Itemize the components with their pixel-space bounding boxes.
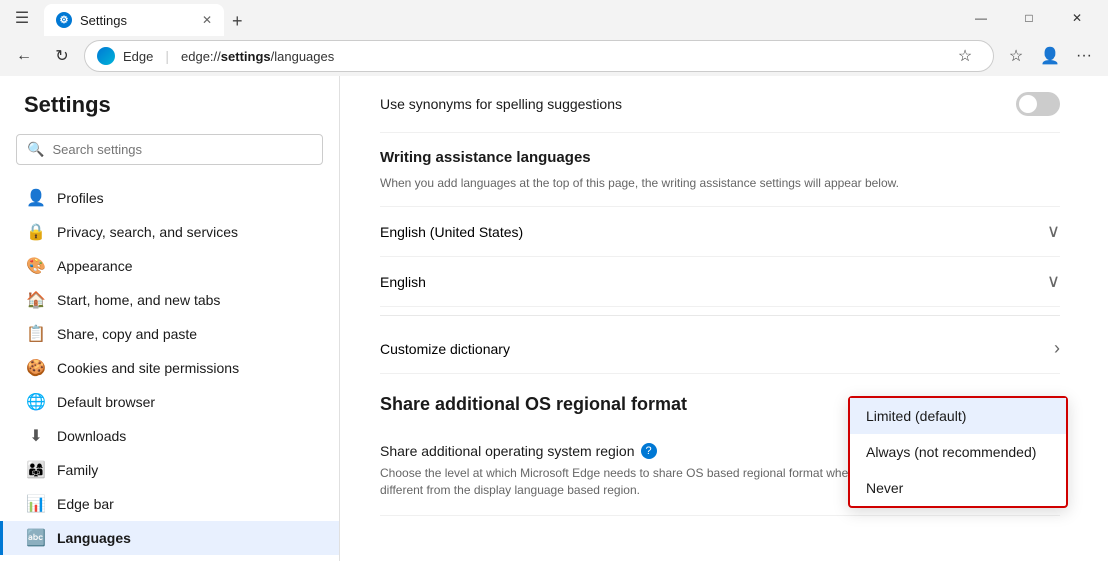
- edge-bar-label: Edge bar: [57, 496, 114, 512]
- customize-dict-row[interactable]: Customize dictionary ›: [380, 324, 1060, 374]
- dropdown-option-never[interactable]: Never: [850, 470, 1066, 506]
- minimize-button[interactable]: —: [958, 2, 1004, 34]
- downloads-label: Downloads: [57, 428, 126, 444]
- languages-label: Languages: [57, 530, 131, 546]
- favorites-star-button[interactable]: ☆: [1000, 40, 1032, 72]
- sidebar-item-printers[interactable]: 🖨 Printers: [0, 555, 339, 561]
- english-row[interactable]: English ∨: [380, 257, 1060, 307]
- synonyms-row: Use synonyms for spelling suggestions: [380, 76, 1060, 133]
- more-options-button[interactable]: ···: [1068, 40, 1100, 72]
- edge-label: Edge: [123, 49, 153, 64]
- start-home-label: Start, home, and new tabs: [57, 292, 220, 308]
- languages-icon: 🔤: [27, 529, 45, 547]
- sidebar-toggle-button[interactable]: ☰: [8, 4, 36, 32]
- dropdown-option-limited[interactable]: Limited (default): [850, 398, 1066, 434]
- writing-assistance-title: Writing assistance languages: [380, 149, 591, 166]
- sidebar-item-edge-bar[interactable]: 📊 Edge bar: [0, 487, 339, 521]
- favorites-button[interactable]: ☆: [949, 40, 981, 72]
- default-browser-icon: 🌐: [27, 393, 45, 411]
- address-path: /languages: [271, 49, 335, 64]
- tab-area: ⚙ Settings ✕ +: [44, 0, 950, 36]
- help-icon[interactable]: ?: [641, 443, 657, 459]
- privacy-label: Privacy, search, and services: [57, 224, 238, 240]
- sidebar-item-profiles[interactable]: 👤 Profiles: [0, 181, 339, 215]
- search-input[interactable]: [52, 142, 312, 157]
- maximize-button[interactable]: □: [1006, 2, 1052, 34]
- writing-assistance-desc: When you add languages at the top of thi…: [380, 176, 899, 190]
- sidebar-item-downloads[interactable]: ⬇ Downloads: [0, 419, 339, 453]
- synonyms-toggle[interactable]: [1016, 92, 1060, 116]
- close-button[interactable]: ✕: [1054, 2, 1100, 34]
- sidebar-item-cookies[interactable]: 🍪 Cookies and site permissions: [0, 351, 339, 385]
- customize-dict-label: Customize dictionary: [380, 341, 510, 357]
- downloads-icon: ⬇: [27, 427, 45, 445]
- share-region-desc: Choose the level at which Microsoft Edge…: [380, 465, 884, 499]
- settings-title: Settings: [0, 92, 339, 134]
- search-box[interactable]: 🔍: [16, 134, 323, 165]
- option-never-label: Never: [866, 480, 903, 496]
- sidebar: Settings 🔍 👤 Profiles 🔒 Privacy, search,…: [0, 76, 340, 561]
- share-copy-icon: 📋: [27, 325, 45, 343]
- address-bold: settings: [221, 49, 271, 64]
- navbar: ← ↻ Edge | edge://settings/languages ☆ ☆…: [0, 36, 1108, 76]
- default-browser-label: Default browser: [57, 394, 155, 410]
- share-copy-label: Share, copy and paste: [57, 326, 197, 342]
- option-always-label: Always (not recommended): [866, 444, 1036, 460]
- appearance-label: Appearance: [57, 258, 133, 274]
- divider-1: [380, 315, 1060, 316]
- english-chevron-icon: ∨: [1047, 271, 1060, 292]
- profiles-icon: 👤: [27, 189, 45, 207]
- region-dropdown-popup: Limited (default) Always (not recommende…: [848, 396, 1068, 508]
- english-us-label: English (United States): [380, 224, 523, 240]
- profiles-label: Profiles: [57, 190, 104, 206]
- appearance-icon: 🎨: [27, 257, 45, 275]
- english-us-row[interactable]: English (United States) ∨: [380, 207, 1060, 257]
- profile-button[interactable]: 👤: [1034, 40, 1066, 72]
- sidebar-item-start-home[interactable]: 🏠 Start, home, and new tabs: [0, 283, 339, 317]
- writing-assistance-section: Writing assistance languages When you ad…: [380, 133, 1060, 207]
- new-tab-button[interactable]: +: [224, 7, 251, 36]
- address-bar[interactable]: Edge | edge://settings/languages ☆: [84, 40, 994, 72]
- family-label: Family: [57, 462, 98, 478]
- sidebar-item-privacy[interactable]: 🔒 Privacy, search, and services: [0, 215, 339, 249]
- option-limited-label: Limited (default): [866, 408, 966, 424]
- main-layout: Settings 🔍 👤 Profiles 🔒 Privacy, search,…: [0, 76, 1108, 561]
- address-text: edge://settings/languages: [181, 49, 941, 64]
- edge-logo-icon: [97, 47, 115, 65]
- share-region-label-text: Share additional operating system region: [380, 443, 635, 459]
- customize-dict-chevron-icon: ›: [1054, 338, 1060, 359]
- address-prefix: edge://: [181, 49, 221, 64]
- navbar-actions: ☆ 👤 ···: [1000, 40, 1100, 72]
- privacy-icon: 🔒: [27, 223, 45, 241]
- sidebar-item-default-browser[interactable]: 🌐 Default browser: [0, 385, 339, 419]
- edge-bar-icon: 📊: [27, 495, 45, 513]
- english-us-chevron-icon: ∨: [1047, 221, 1060, 242]
- search-icon: 🔍: [27, 141, 44, 158]
- cookies-label: Cookies and site permissions: [57, 360, 239, 376]
- start-home-icon: 🏠: [27, 291, 45, 309]
- refresh-button[interactable]: ↻: [46, 40, 78, 72]
- sidebar-item-family[interactable]: 👨‍👩‍👧 Family: [0, 453, 339, 487]
- sidebar-item-appearance[interactable]: 🎨 Appearance: [0, 249, 339, 283]
- share-region-label: Share additional operating system region…: [380, 443, 884, 459]
- sidebar-item-languages[interactable]: 🔤 Languages: [0, 521, 339, 555]
- english-label: English: [380, 274, 426, 290]
- tab-title: Settings: [80, 13, 194, 28]
- share-region-info: Share additional operating system region…: [380, 443, 884, 499]
- tab-favicon: ⚙: [56, 12, 72, 28]
- synonyms-label: Use synonyms for spelling suggestions: [380, 96, 622, 112]
- back-button[interactable]: ←: [8, 40, 40, 72]
- tab-close-button[interactable]: ✕: [202, 13, 212, 27]
- settings-tab[interactable]: ⚙ Settings ✕: [44, 4, 224, 36]
- cookies-icon: 🍪: [27, 359, 45, 377]
- titlebar: ☰ ⚙ Settings ✕ + — □ ✕: [0, 0, 1108, 36]
- sidebar-item-share-copy[interactable]: 📋 Share, copy and paste: [0, 317, 339, 351]
- synonyms-slider: [1016, 92, 1060, 116]
- content-area: Use synonyms for spelling suggestions Wr…: [340, 76, 1108, 561]
- address-separator: |: [165, 48, 169, 64]
- family-icon: 👨‍👩‍👧: [27, 461, 45, 479]
- dropdown-option-always[interactable]: Always (not recommended): [850, 434, 1066, 470]
- window-controls: — □ ✕: [958, 2, 1100, 34]
